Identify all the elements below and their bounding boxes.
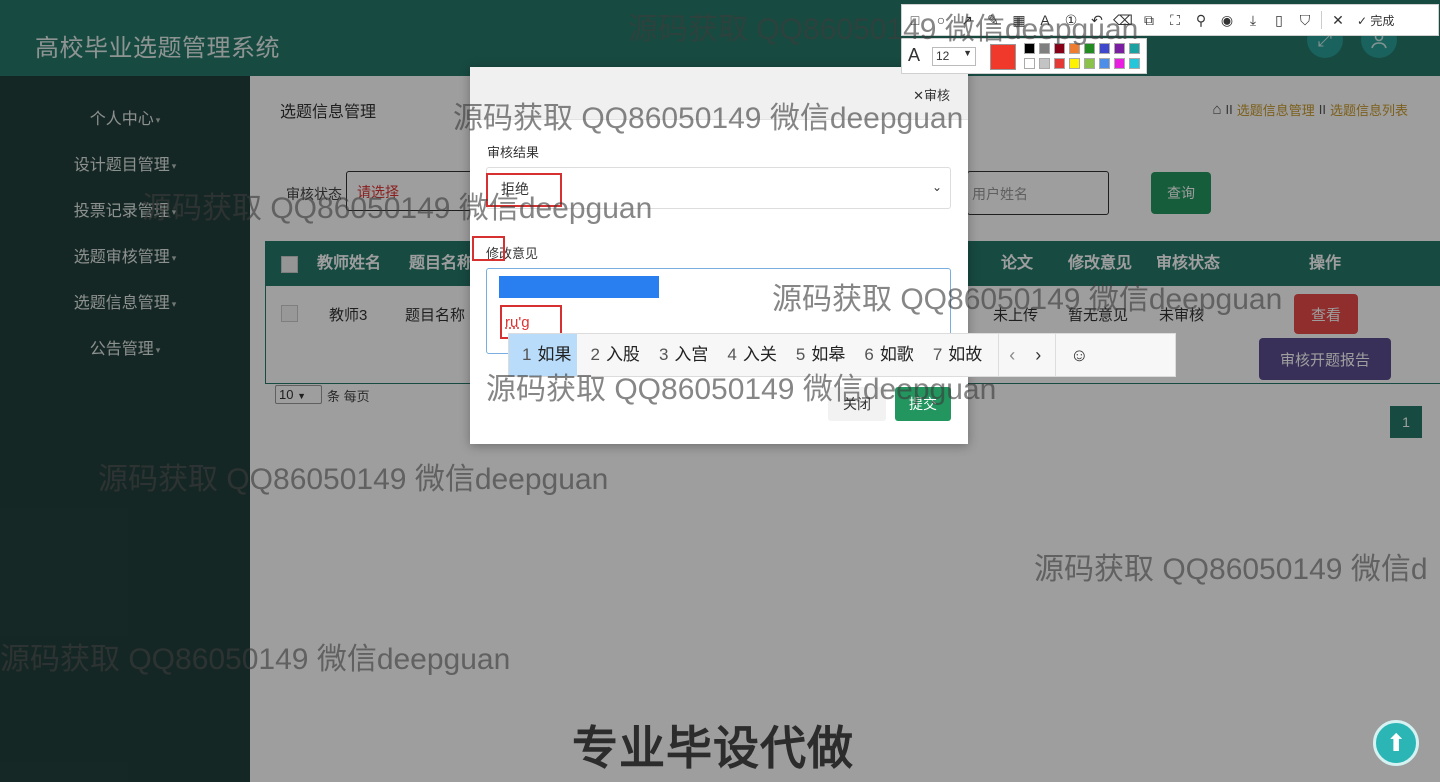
ocr-icon[interactable]: ⧉: [1136, 12, 1162, 29]
color-swatch[interactable]: [1114, 58, 1125, 69]
candidate-text: 如故: [948, 345, 983, 364]
done-button[interactable]: ✓ 完成: [1357, 12, 1394, 29]
candidate-text: 如果: [537, 345, 572, 364]
candidate-number: 4: [727, 345, 737, 364]
candidate-text: 如歌: [879, 345, 914, 364]
divider: [1321, 11, 1322, 29]
candidate-number: 1: [522, 345, 532, 364]
candidate-number: 3: [658, 345, 669, 364]
candidate-number: 7: [932, 345, 943, 364]
crop-icon[interactable]: ⛶: [1162, 12, 1188, 29]
watermark: 源码获取 QQ86050149 微信deepguan: [628, 13, 1139, 46]
done-label: 完成: [1370, 13, 1395, 28]
color-swatch[interactable]: [1069, 58, 1080, 69]
bottom-caption: 专业毕设代做: [572, 722, 854, 774]
pin-icon[interactable]: ⚲: [1188, 12, 1214, 29]
result-label: 审核结果: [487, 145, 540, 160]
candidate-text: 如皋: [811, 345, 846, 364]
watermark: 源码获取 QQ86050149 微信deepguan: [0, 643, 511, 676]
font-icon: A: [908, 45, 921, 65]
emoji-icon[interactable]: ☺: [1056, 345, 1102, 366]
chevron-right-icon[interactable]: ›: [1025, 345, 1051, 366]
color-swatch[interactable]: [1024, 58, 1035, 69]
candidate-number: 6: [864, 345, 874, 364]
chevron-down-icon: ▼: [963, 48, 972, 58]
chevron-left-icon[interactable]: ‹: [999, 345, 1025, 366]
candidate-text: 入股: [605, 345, 640, 364]
watermark: 源码获取 QQ86050149 微信deepguan: [98, 463, 609, 496]
watermark: 源码获取 QQ86050149 微信deepguan: [486, 373, 997, 406]
candidate-text: 入宫: [674, 345, 709, 364]
bookmark-icon[interactable]: ⛉: [1292, 12, 1318, 29]
color-swatch[interactable]: [1099, 58, 1110, 69]
close-icon[interactable]: ✕: [1325, 12, 1351, 29]
check-icon: ✓: [1357, 13, 1368, 28]
font-size-value: 12: [936, 49, 950, 63]
candidate-text: 入关: [742, 345, 777, 364]
candidate-number: 2: [590, 345, 600, 364]
watermark: 源码获取 QQ86050149 微信deepguan: [453, 102, 964, 135]
watermark: 源码获取 QQ86050149 微信d: [1034, 553, 1428, 586]
watermark: 源码获取 QQ86050149 微信deepguan: [142, 192, 653, 225]
color-swatch[interactable]: [1039, 58, 1050, 69]
chevron-down-icon: ⌄: [931, 180, 942, 194]
record-icon[interactable]: ◉: [1214, 12, 1240, 29]
color-swatch[interactable]: [1084, 58, 1095, 69]
font-size-select[interactable]: 12 ▼: [932, 47, 976, 66]
color-swatch[interactable]: [1129, 58, 1140, 69]
phone-icon[interactable]: ▯: [1266, 12, 1292, 29]
download-icon[interactable]: ⤓: [1240, 12, 1266, 29]
candidate-number: 5: [795, 345, 806, 364]
watermark: 源码获取 QQ86050149 微信deepguan: [772, 283, 1283, 316]
scroll-to-top-icon[interactable]: ⬆: [1373, 720, 1419, 766]
color-swatch[interactable]: [1054, 58, 1065, 69]
annotation-box: [472, 236, 505, 261]
text-selection-highlight: [499, 276, 659, 298]
